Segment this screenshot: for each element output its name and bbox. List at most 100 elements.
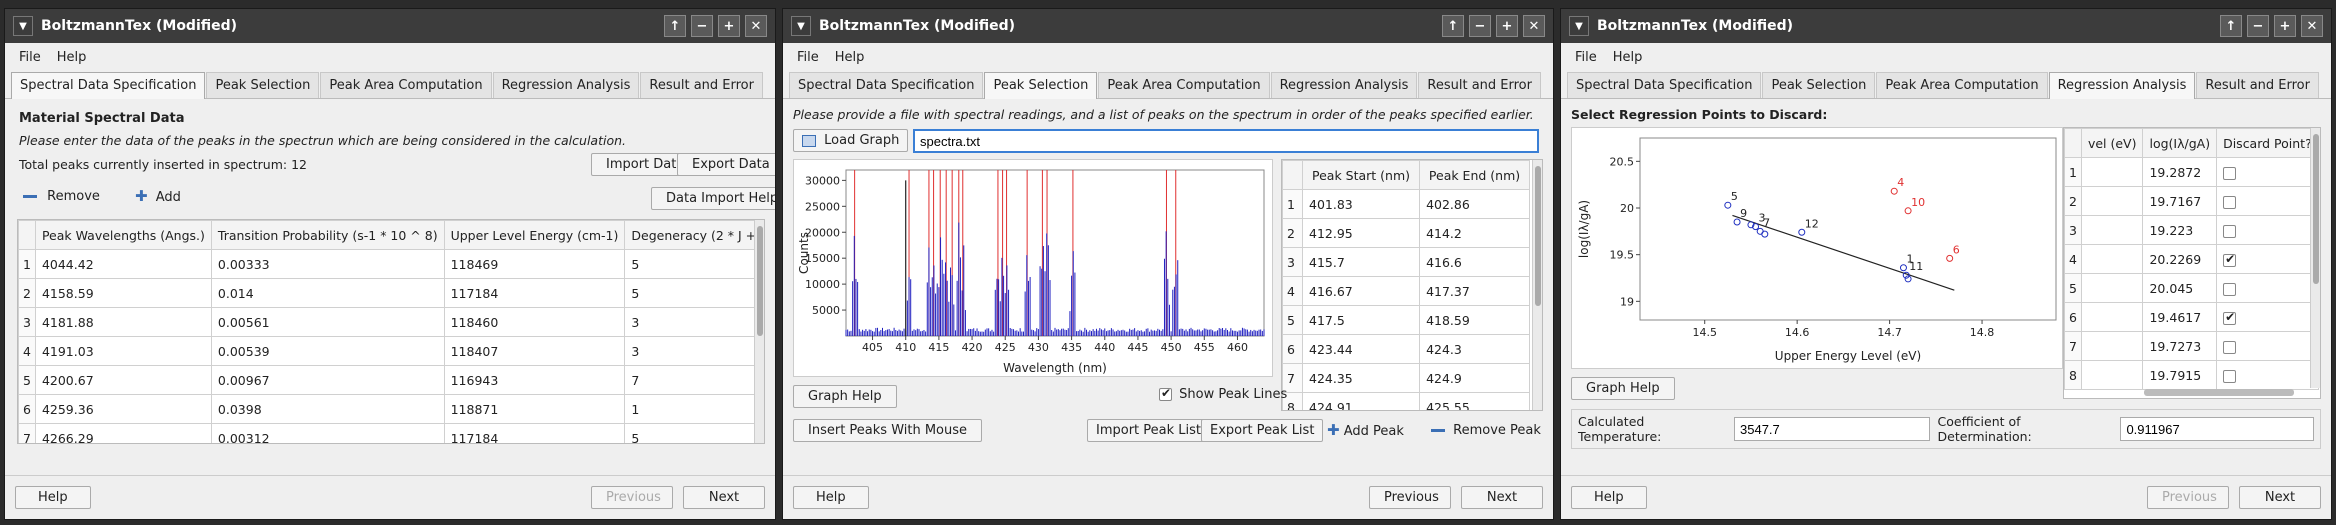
table-cell[interactable]: 3 <box>624 336 764 366</box>
previous-button[interactable]: Previous <box>2147 486 2229 509</box>
file-input[interactable] <box>913 129 1539 153</box>
table-row[interactable]: 4 20.2269 <box>2064 244 2319 274</box>
table-cell[interactable]: 424.35 <box>1301 363 1421 393</box>
spectrum-chart-container[interactable]: 405 410 415 420 425 430 435 440 445 450 455 460 5000… <box>793 159 1273 377</box>
table-cell[interactable]: 4200.67 <box>34 365 212 395</box>
table-row[interactable]: 8 424.91 425.55 <box>1282 392 1530 410</box>
add-button[interactable]: ✚ Add <box>135 187 181 205</box>
tab-spectral-data[interactable]: Spectral Data Specification <box>789 72 984 98</box>
table-scrollbar[interactable] <box>1532 160 1542 410</box>
graph-help-button[interactable]: Graph Help <box>1571 377 1675 400</box>
raise-icon[interactable]: ↑ <box>1442 15 1464 37</box>
menu-help[interactable]: Help <box>1613 50 1643 65</box>
maximize-icon[interactable]: + <box>2274 15 2296 37</box>
table-cell[interactable]: 19.7915 <box>2142 360 2218 390</box>
col-transition[interactable]: Transition Probability (s-1 * 10 ^ 8) <box>210 220 445 250</box>
table-cell[interactable]: 417.37 <box>1419 276 1530 306</box>
add-peak-button[interactable]: ✚ Add Peak <box>1327 421 1404 439</box>
tab-regression[interactable]: Regression Analysis <box>1270 72 1418 98</box>
table-row[interactable]: 2 412.95 414.2 <box>1282 218 1530 248</box>
table-cell[interactable] <box>2080 186 2144 216</box>
table-cell[interactable]: 416.6 <box>1419 247 1530 277</box>
table-cell[interactable]: 0.00967 <box>210 365 445 395</box>
table-cell[interactable]: 0.00333 <box>210 249 445 279</box>
discard-checkbox[interactable] <box>2223 224 2237 238</box>
close-icon[interactable]: ✕ <box>1523 15 1545 37</box>
raise-icon[interactable]: ↑ <box>2220 15 2242 37</box>
table-row[interactable]: 7 4266.29 0.00312 117184 5 <box>18 423 764 443</box>
table-cell[interactable]: 19.7167 <box>2142 186 2218 216</box>
regression-chart-container[interactable]: 14.5 14.6 14.7 14.8 19 19.5 20 20.5 5 9 3 7 12 4 10 1 11… <box>1571 127 2063 369</box>
table-cell[interactable] <box>2080 157 2144 187</box>
tab-result[interactable]: Result and Error <box>1418 72 1541 98</box>
close-icon[interactable]: ✕ <box>745 15 767 37</box>
table-scrollbar[interactable] <box>754 220 764 443</box>
discard-checkbox[interactable] <box>2223 252 2237 267</box>
table-row[interactable]: 5 4200.67 0.00967 116943 7 <box>18 365 764 395</box>
table-cell[interactable] <box>2080 244 2144 274</box>
table-scrollbar[interactable] <box>2310 128 2320 388</box>
table-cell[interactable]: 425.55 <box>1419 392 1530 410</box>
table-cell[interactable]: 19.2872 <box>2142 157 2218 187</box>
col-log[interactable]: log(Iλ/gA) <box>2142 128 2218 158</box>
table-cell[interactable]: 19.7273 <box>2142 331 2218 361</box>
tab-result[interactable]: Result and Error <box>640 72 763 98</box>
table-cell[interactable]: 20.045 <box>2142 273 2218 303</box>
table-row[interactable]: 6 423.44 424.3 <box>1282 334 1530 364</box>
minimize-icon[interactable]: − <box>691 15 713 37</box>
coefficient-field[interactable] <box>2120 417 2314 441</box>
discard-cell[interactable] <box>2216 157 2319 187</box>
close-icon[interactable]: ✕ <box>2301 15 2323 37</box>
data-import-help-button[interactable]: Data Import Help <box>651 187 775 210</box>
discard-cell[interactable] <box>2216 215 2319 245</box>
export-peak-list-button[interactable]: Export Peak List <box>1201 419 1324 442</box>
previous-button[interactable]: Previous <box>1369 486 1451 509</box>
horizontal-scrollbar[interactable] <box>2144 389 2294 396</box>
maximize-icon[interactable]: + <box>718 15 740 37</box>
table-cell[interactable]: 5 <box>624 249 764 279</box>
col-peak-start[interactable]: Peak Start (nm) <box>1301 160 1421 190</box>
table-cell[interactable]: 116943 <box>443 365 626 395</box>
table-cell[interactable]: 3 <box>624 307 764 337</box>
table-cell[interactable]: 0.00561 <box>210 307 445 337</box>
table-cell[interactable]: 118469 <box>443 249 626 279</box>
table-cell[interactable]: 0.0398 <box>210 394 445 424</box>
table-cell[interactable]: 414.2 <box>1419 218 1530 248</box>
table-row[interactable]: 7 19.7273 <box>2064 331 2319 361</box>
discard-cell[interactable] <box>2216 331 2319 361</box>
table-row[interactable]: 6 4259.36 0.0398 118871 1 <box>18 394 764 424</box>
col-discard[interactable]: Discard Point? <box>2216 128 2319 158</box>
table-cell[interactable] <box>2080 302 2144 332</box>
table-cell[interactable]: 117184 <box>443 423 626 443</box>
col-wavelength[interactable]: Peak Wavelengths (Angs.) <box>34 220 212 250</box>
previous-button[interactable]: Previous <box>591 486 673 509</box>
table-cell[interactable]: 417.5 <box>1301 305 1421 335</box>
table-cell[interactable]: 118460 <box>443 307 626 337</box>
table-row[interactable]: 1 4044.42 0.00333 118469 5 <box>18 249 764 279</box>
raise-icon[interactable]: ↑ <box>664 15 686 37</box>
window-menu-button[interactable]: ▼ <box>13 16 33 36</box>
window-menu-button[interactable]: ▼ <box>791 16 811 36</box>
col-energy[interactable]: Upper Level Energy (cm-1) <box>443 220 626 250</box>
table-cell[interactable]: 4181.88 <box>34 307 212 337</box>
table-row[interactable]: 3 19.223 <box>2064 215 2319 245</box>
discard-cell[interactable] <box>2216 302 2319 332</box>
table-row[interactable]: 4 416.67 417.37 <box>1282 276 1530 306</box>
discard-cell[interactable] <box>2216 360 2319 390</box>
table-cell[interactable]: 424.9 <box>1419 363 1530 393</box>
table-cell[interactable]: 4158.59 <box>34 278 212 308</box>
menu-help[interactable]: Help <box>57 50 87 65</box>
help-button[interactable]: Help <box>15 486 91 509</box>
next-button[interactable]: Next <box>1461 486 1543 509</box>
table-row[interactable]: 5 20.045 <box>2064 273 2319 303</box>
minimize-icon[interactable]: − <box>1469 15 1491 37</box>
col-peak-end[interactable]: Peak End (nm) <box>1419 160 1530 190</box>
help-button[interactable]: Help <box>793 486 869 509</box>
show-peak-lines-checkbox[interactable] <box>1159 386 1172 401</box>
discard-cell[interactable] <box>2216 273 2319 303</box>
table-cell[interactable]: 424.3 <box>1419 334 1530 364</box>
table-cell[interactable]: 4191.03 <box>34 336 212 366</box>
tab-spectral-data[interactable]: Spectral Data Specification <box>1567 72 1762 98</box>
table-row[interactable]: 1 19.2872 <box>2064 157 2319 187</box>
table-row[interactable]: 3 4181.88 0.00561 118460 3 <box>18 307 764 337</box>
